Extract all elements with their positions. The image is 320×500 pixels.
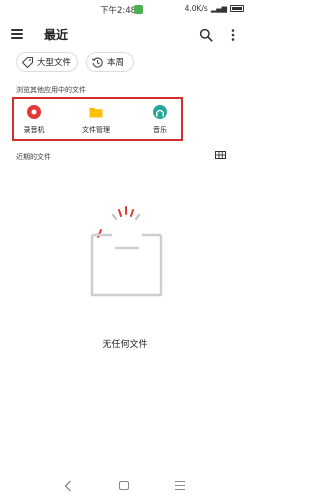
- app-bar: 最近: [0, 22, 250, 48]
- search-icon[interactable]: [199, 28, 213, 42]
- battery-icon: [230, 5, 244, 12]
- grid-view-icon[interactable]: [215, 151, 226, 159]
- app-music[interactable]: 音乐: [140, 99, 180, 139]
- recents-icon[interactable]: [175, 481, 185, 491]
- app-recorder-label: 录音机: [23, 126, 45, 134]
- empty-state-text: 无任何文件: [102, 340, 148, 350]
- notification-icon: [134, 5, 143, 14]
- home-icon[interactable]: [119, 481, 129, 490]
- app-music-label: 音乐: [153, 126, 167, 134]
- app-file-manager[interactable]: 文件管理: [76, 99, 116, 139]
- music-icon: [153, 105, 167, 119]
- more-options-icon[interactable]: [230, 28, 236, 42]
- chip-large-files[interactable]: 大型文件: [16, 52, 78, 72]
- signal-icon: ▂▄▆: [210, 4, 227, 13]
- back-icon[interactable]: [64, 480, 72, 492]
- menu-icon[interactable]: [11, 29, 23, 39]
- system-nav-bar: [0, 472, 250, 500]
- app-file-manager-label: 文件管理: [82, 126, 110, 134]
- history-icon: [91, 57, 103, 68]
- chip-this-week[interactable]: 本周: [86, 52, 134, 72]
- app-recorder[interactable]: 录音机: [14, 99, 54, 139]
- chip-large-files-label: 大型文件: [37, 58, 72, 68]
- status-indicators: 4.0K/s ▂▄▆: [185, 4, 244, 13]
- browse-apps-heading: 浏览其他应用中的文件: [16, 86, 86, 94]
- network-speed: 4.0K/s: [184, 4, 208, 13]
- empty-box-illustration: [90, 206, 163, 297]
- folder-icon: [89, 108, 103, 118]
- chip-this-week-label: 本周: [107, 58, 125, 68]
- apps-highlight-box: 录音机 文件管理 音乐: [12, 97, 183, 141]
- tag-icon: [21, 56, 34, 68]
- page-title: 最近: [44, 28, 69, 42]
- status-bar: 下午2:48 4.0K/s ▂▄▆: [0, 0, 250, 20]
- recorder-icon: [27, 105, 41, 119]
- recent-files-heading: 近期的文件: [16, 153, 51, 161]
- status-time: 下午2:48: [100, 6, 137, 16]
